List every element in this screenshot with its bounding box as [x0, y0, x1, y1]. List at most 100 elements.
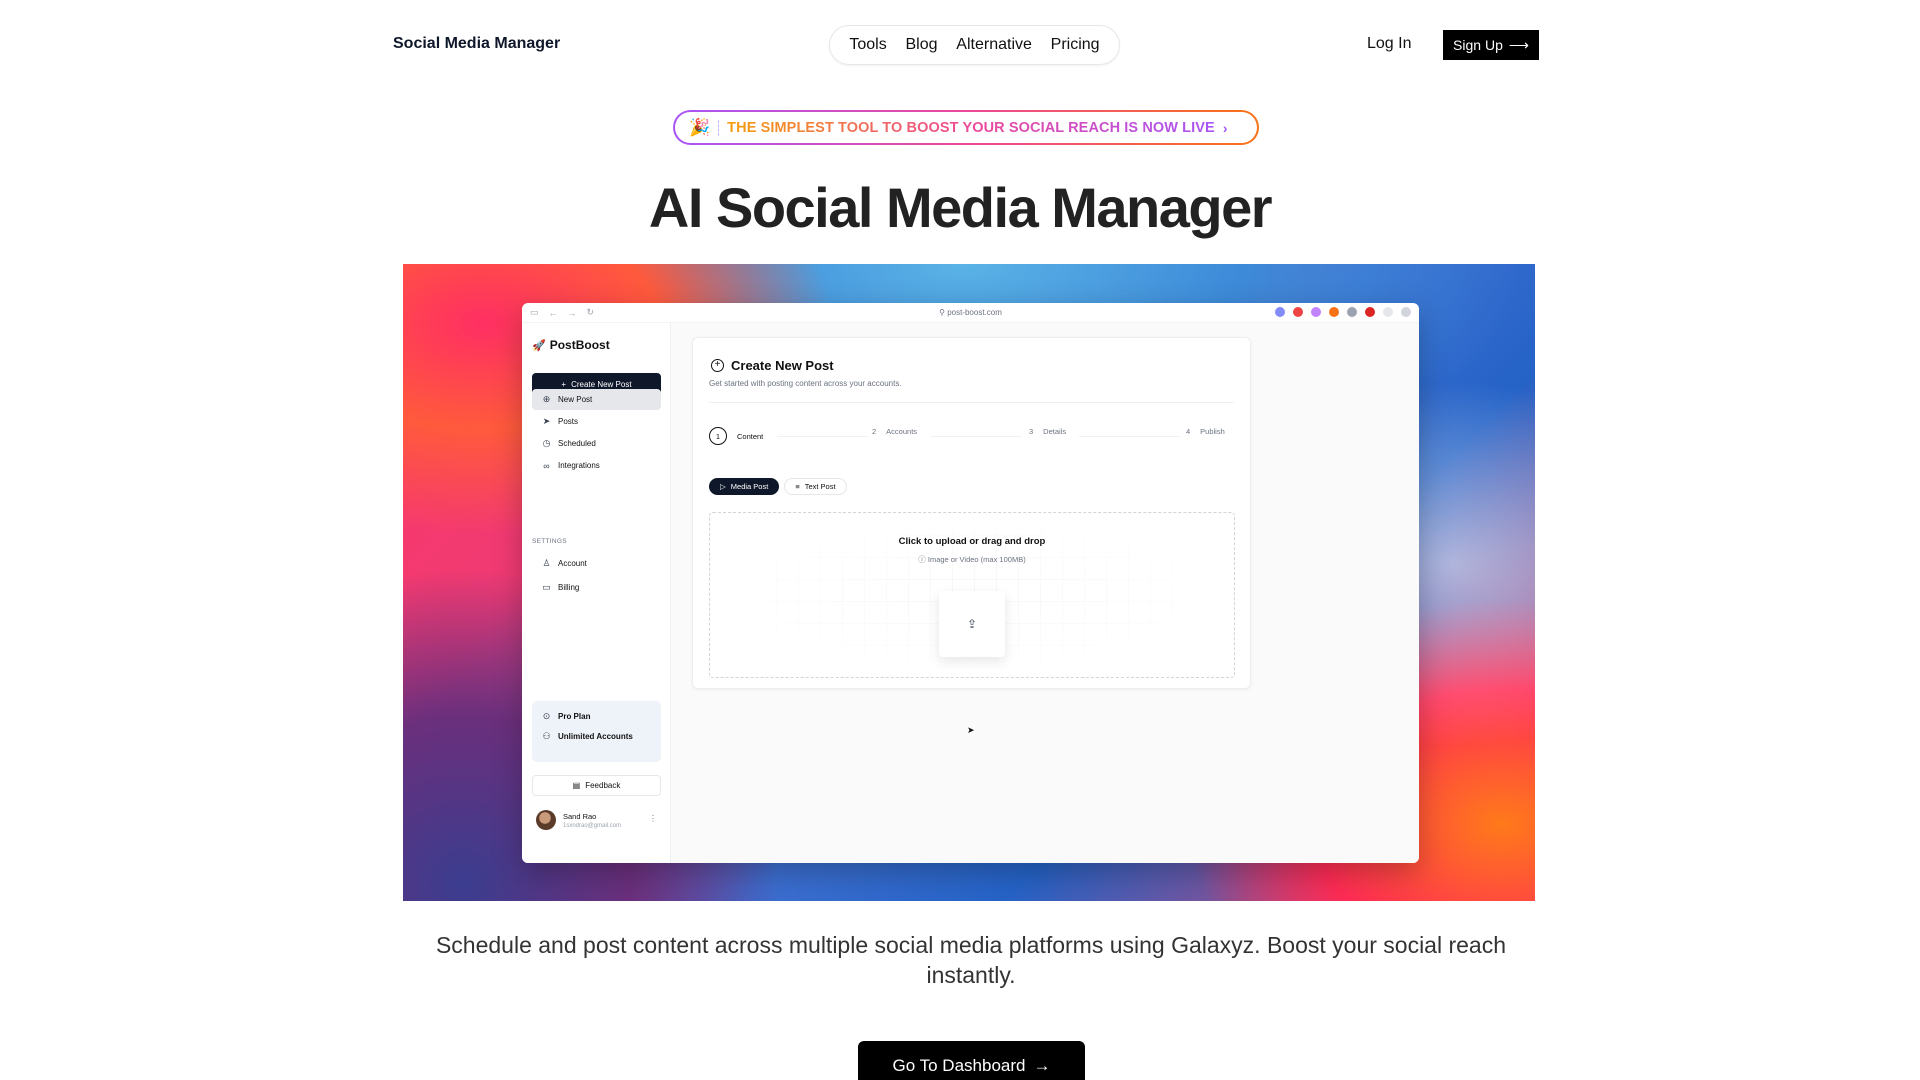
- brand-logo[interactable]: Social Media Manager: [393, 35, 560, 53]
- app-sidebar: 🚀 PostBoost + Create New Post ⊕ New Post…: [522, 323, 671, 863]
- user-profile[interactable]: Sand Rao 1sxndrao@gmail.com: [536, 810, 621, 830]
- cta-label: Go To Dashboard: [892, 1056, 1026, 1075]
- extension-icon: [1275, 307, 1285, 317]
- step-label: Content: [737, 431, 764, 441]
- link-icon: ⚲: [939, 308, 948, 317]
- mouse-cursor-icon: ➤: [967, 725, 975, 735]
- postboost-logo: 🚀 PostBoost: [532, 338, 610, 352]
- avatar: [536, 810, 556, 830]
- send-icon: ➤: [542, 416, 551, 426]
- plus-circle-icon: +: [711, 359, 724, 372]
- pro-plan-item[interactable]: ⊙ Pro Plan: [532, 706, 661, 727]
- link-icon: ∞: [543, 460, 550, 471]
- dropzone-subtitle: ⓘ Image or Video (max 100MB): [710, 554, 1234, 565]
- nav-link-tools[interactable]: Tools: [849, 36, 886, 54]
- step-connector: [931, 436, 1021, 437]
- upload-dropzone[interactable]: Click to upload or drag and drop ⓘ Image…: [709, 512, 1235, 678]
- tab-text-post[interactable]: ≡ Text Post: [784, 478, 847, 495]
- sidebar-item-new-post[interactable]: ⊕ New Post: [532, 389, 661, 410]
- stepper: 1 Content 2 Accounts 3 Details 4 Publish: [709, 427, 1231, 445]
- settings-heading: SETTINGS: [532, 538, 567, 545]
- login-link[interactable]: Log In: [1367, 35, 1411, 53]
- extension-icon: [1365, 307, 1375, 317]
- step-content[interactable]: 1 Content: [709, 427, 763, 445]
- step-accounts[interactable]: 2 Accounts: [872, 427, 917, 436]
- signup-button[interactable]: Sign Up ⟶: [1443, 30, 1539, 60]
- hero-description: Schedule and post content across multipl…: [435, 932, 1507, 988]
- extension-icon: [1347, 307, 1357, 317]
- step-publish[interactable]: 4 Publish: [1186, 427, 1225, 436]
- sidebar-item-posts[interactable]: ➤ Posts: [532, 411, 661, 432]
- feedback-label: Feedback: [585, 781, 621, 790]
- step-label: Publish: [1200, 427, 1225, 436]
- hero-product-screenshot: ▭ ← → ↻ ⚲ post-boost.com 🚀 PostBoost + C…: [403, 264, 1535, 901]
- nav-link-alternative[interactable]: Alternative: [956, 36, 1032, 54]
- text-lines-icon: ≡: [795, 482, 800, 491]
- user-name: Sand Rao: [563, 811, 597, 821]
- pro-plan-label: Pro Plan: [558, 712, 591, 721]
- app-main: + Create New Post Get started with posti…: [671, 323, 1419, 863]
- clock-icon: ◷: [542, 438, 551, 448]
- chevron-right-icon: ›: [1222, 119, 1228, 136]
- nav-link-blog[interactable]: Blog: [906, 36, 938, 54]
- sidebar-item-billing[interactable]: ▭ Billing: [532, 577, 661, 598]
- step-label: Accounts: [886, 427, 918, 436]
- browser-extensions: [1275, 307, 1411, 317]
- sidebar-item-label: Billing: [558, 583, 580, 592]
- sidebar-item-label: New Post: [558, 395, 593, 404]
- card-title-text: Create New Post: [731, 358, 834, 373]
- arrow-right-icon: ⟶: [1508, 36, 1529, 53]
- unlimited-accounts-label: Unlimited Accounts: [558, 732, 633, 741]
- divider: [709, 402, 1234, 403]
- info-icon: ⓘ: [918, 555, 928, 564]
- divider: [718, 119, 720, 136]
- check-circle-icon: ⊙: [542, 711, 551, 721]
- main-nav: Tools Blog Alternative Pricing: [829, 25, 1120, 65]
- step-connector: [1079, 436, 1179, 437]
- extension-icon: [1401, 307, 1411, 317]
- plus-icon: +: [561, 379, 567, 389]
- announcement-banner[interactable]: 🎉 THE SIMPLEST TOOL TO BOOST YOUR SOCIAL…: [673, 110, 1259, 145]
- sidebar-item-account[interactable]: ♙ Account: [532, 553, 661, 574]
- upload-icon: ⇪: [966, 617, 978, 631]
- step-details[interactable]: 3 Details: [1029, 427, 1066, 436]
- feedback-button[interactable]: ▤ Feedback: [532, 775, 661, 796]
- signup-label: Sign Up: [1453, 37, 1503, 53]
- sidebar-item-scheduled[interactable]: ◷ Scheduled: [532, 433, 661, 454]
- party-popper-icon: 🎉: [689, 117, 711, 137]
- nav-link-pricing[interactable]: Pricing: [1051, 36, 1100, 54]
- extension-icon: [1293, 307, 1303, 317]
- tab-label: Text Post: [804, 482, 836, 491]
- plus-circle-icon: ⊕: [542, 394, 551, 404]
- sidebar-item-label: Integrations: [558, 461, 600, 470]
- post-type-tabs: ▷ Media Post ≡ Text Post: [709, 478, 847, 495]
- dropzone-subtitle-text: Image or Video (max 100MB): [927, 555, 1026, 564]
- dropzone-title: Click to upload or drag and drop: [898, 536, 1046, 547]
- unlimited-accounts-item[interactable]: ⚇ Unlimited Accounts: [532, 726, 661, 747]
- step-number: 2: [872, 427, 877, 436]
- sidebar-item-label: Scheduled: [558, 439, 596, 448]
- card-subtitle: Get started with posting content across …: [709, 379, 902, 388]
- step-label: Details: [1043, 427, 1067, 436]
- plan-box: ⊙ Pro Plan ⚇ Unlimited Accounts: [532, 701, 661, 762]
- step-number: 1: [709, 427, 727, 445]
- arrow-right-icon: →: [1033, 1056, 1051, 1075]
- create-post-card: + Create New Post Get started with posti…: [692, 337, 1251, 689]
- extension-icon: [1311, 307, 1321, 317]
- go-to-dashboard-button[interactable]: Go To Dashboard →: [858, 1041, 1085, 1080]
- browser-chrome: ▭ ← → ↻ ⚲ post-boost.com: [522, 303, 1419, 323]
- more-vertical-icon[interactable]: ⋮: [649, 814, 657, 823]
- step-number: 3: [1029, 427, 1034, 436]
- upload-button[interactable]: ⇪: [939, 591, 1005, 657]
- users-icon: ⚇: [542, 731, 551, 741]
- credit-card-icon: ▭: [542, 582, 551, 592]
- user-email: 1sxndrao@gmail.com: [563, 822, 622, 829]
- sidebar-item-integrations[interactable]: ∞ Integrations: [532, 455, 661, 476]
- tab-media-post[interactable]: ▷ Media Post: [709, 478, 780, 495]
- extension-icon: [1329, 307, 1339, 317]
- announcement-text: THE SIMPLEST TOOL TO BOOST YOUR SOCIAL R…: [727, 119, 1215, 136]
- user-icon: ♙: [542, 558, 551, 568]
- sidebar-item-label: Posts: [558, 417, 579, 426]
- create-new-post-label: Create New Post: [571, 379, 632, 389]
- sidebar-item-label: Account: [558, 559, 587, 568]
